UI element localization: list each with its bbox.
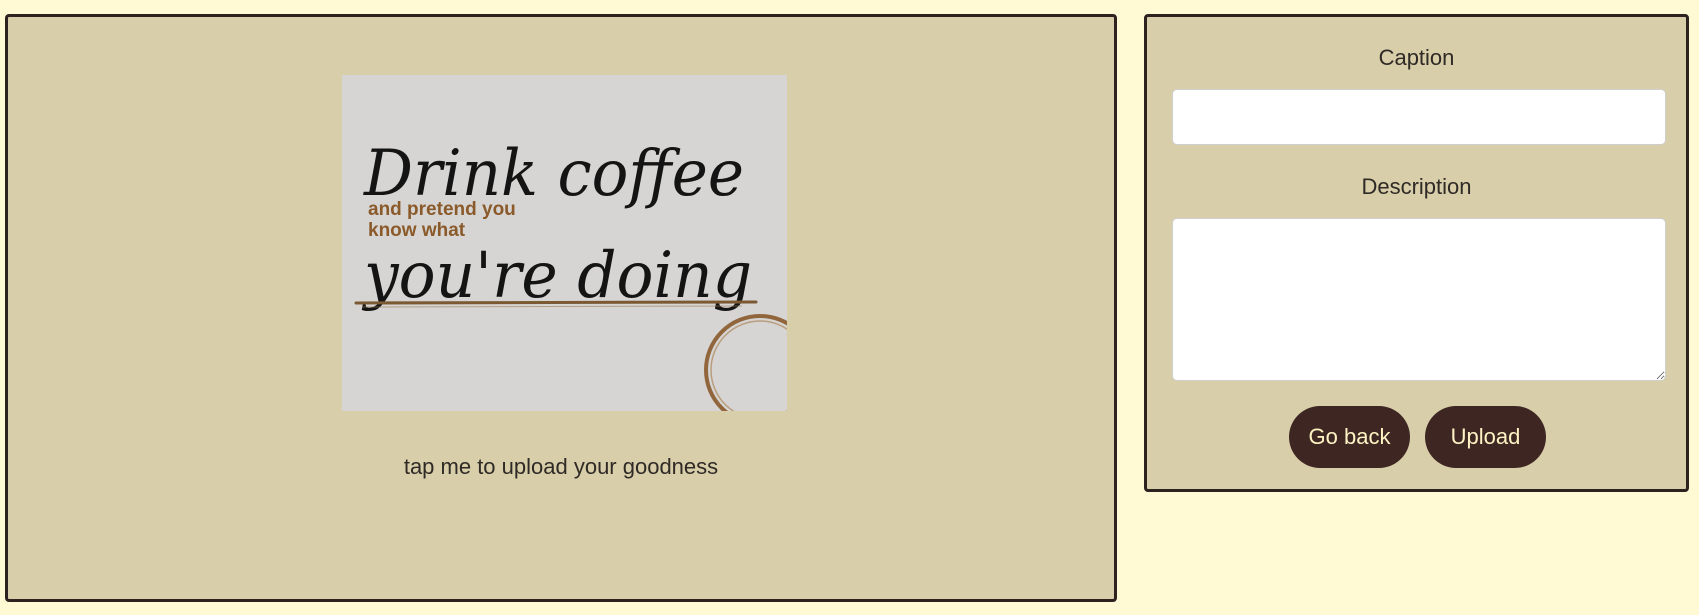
image-upload-area[interactable]: Drink coffee and pretend you know what y… — [5, 14, 1117, 602]
description-textarea[interactable] — [1172, 218, 1666, 381]
underline-stroke — [354, 300, 758, 305]
post-details-form: Caption Description Go back Upload — [1144, 14, 1689, 492]
image-preview[interactable]: Drink coffee and pretend you know what y… — [342, 75, 787, 411]
caption-label: Caption — [1378, 45, 1455, 70]
preview-text-know-what: know what — [368, 220, 466, 241]
go-back-button[interactable]: Go back — [1289, 406, 1410, 468]
caption-input[interactable] — [1172, 89, 1666, 145]
preview-text-and-pretend: and pretend you — [368, 199, 516, 220]
upload-button[interactable]: Upload — [1425, 406, 1546, 468]
upload-hint-text: tap me to upload your goodness — [403, 454, 719, 479]
description-label: Description — [1361, 174, 1472, 199]
